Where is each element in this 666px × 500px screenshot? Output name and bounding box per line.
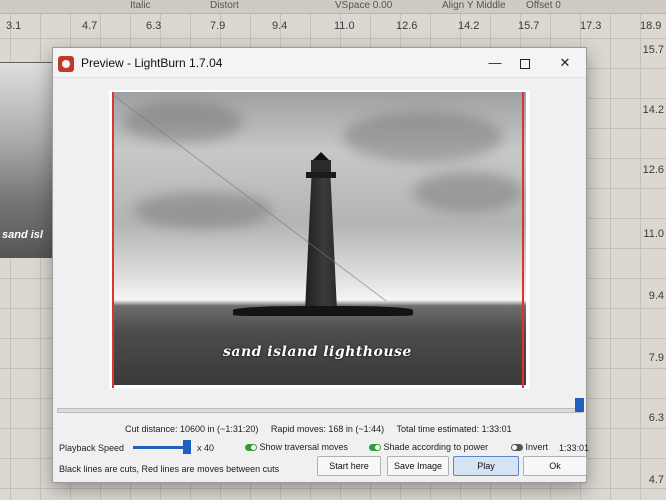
preview-canvas[interactable]: sand island lighthouse: [109, 90, 530, 389]
distort-label[interactable]: Distort: [210, 0, 239, 11]
shade-power-label: Shade according to power: [383, 442, 489, 452]
ruler-tick: 15.7: [518, 20, 540, 32]
ruler-tick: 6.3: [146, 20, 162, 32]
ruler-tick: 4.7: [648, 474, 664, 486]
legend-hint: Black lines are cuts, Red lines are move…: [59, 464, 280, 474]
ruler-tick: 18.9: [640, 20, 662, 32]
minimize-button[interactable]: —: [483, 53, 507, 73]
save-image-button[interactable]: Save Image: [387, 456, 449, 476]
engraved-caption: sand island lighthouse: [223, 344, 412, 360]
show-traversal-toggle[interactable]: Show traversal moves: [245, 442, 348, 452]
ruler-top: 3.1 4.7 6.3 7.9 9.4 11.0 12.6 14.2 15.7 …: [0, 18, 666, 34]
playback-speed-slider[interactable]: [133, 446, 185, 449]
ruler-tick: 9.4: [648, 290, 664, 302]
start-here-button[interactable]: Start here: [317, 456, 381, 476]
lighthouse-lantern: [311, 160, 331, 172]
ruler-tick: 12.6: [642, 164, 664, 176]
ruler-tick: 9.4: [272, 20, 288, 32]
ruler-tick: 7.9: [648, 352, 664, 364]
preview-image: sand island lighthouse: [113, 92, 526, 385]
traversal-line-left: [112, 92, 114, 388]
playback-speed-value: x 40: [197, 443, 215, 453]
ruler-tick: 7.9: [210, 20, 226, 32]
canvas-image-thumbnail[interactable]: sand isl: [0, 62, 52, 258]
cloud: [123, 102, 243, 142]
text-toolbar: Italic Distort VSpace 0.00 Align Y Middl…: [0, 0, 666, 14]
ruler-tick: 17.3: [580, 20, 602, 32]
ruler-tick: 14.2: [458, 20, 480, 32]
playback-progress-handle[interactable]: [575, 398, 584, 412]
play-button[interactable]: Play: [453, 456, 519, 476]
cut-distance-text: Cut distance: 10600 in (~1:31:20): [125, 424, 259, 434]
maximize-button[interactable]: [513, 53, 537, 73]
cloud: [343, 112, 503, 162]
rapid-moves-text: Rapid moves: 168 in (~1:44): [270, 424, 385, 434]
close-button[interactable]: ✕: [553, 53, 577, 73]
invert-label: Invert: [525, 442, 549, 452]
ruler-tick: 11.0: [334, 20, 355, 32]
lighthouse-gallery: [306, 172, 336, 178]
playback-progress-slider[interactable]: [57, 408, 583, 413]
traversal-line-right: [522, 92, 524, 388]
ruler-tick: 6.3: [648, 412, 664, 424]
cloud: [413, 172, 523, 212]
ok-button[interactable]: Ok: [523, 456, 587, 476]
playback-speed-label: Playback Speed: [59, 443, 125, 453]
offset-label[interactable]: Offset 0: [526, 0, 561, 11]
cloud: [133, 192, 273, 228]
ruler-tick: 15.7: [642, 44, 664, 56]
ruler-tick: 4.7: [82, 20, 98, 32]
toggle-on-icon: [245, 444, 257, 452]
ruler-tick: 14.2: [642, 104, 664, 116]
elapsed-time: 1:33:01: [559, 443, 590, 453]
vspace-label[interactable]: VSpace 0.00: [335, 0, 392, 11]
toggle-off-icon: [511, 444, 523, 452]
ruler-right: 15.7 14.2 12.6 11.0 9.4 7.9 6.3 4.7: [642, 40, 666, 500]
ruler-tick: 12.6: [396, 20, 418, 32]
invert-toggle[interactable]: Invert: [511, 442, 548, 452]
italic-label[interactable]: Italic: [130, 0, 151, 11]
lightburn-logo-icon: [58, 56, 74, 72]
toggle-on-icon: [369, 444, 381, 452]
total-time-text: Total time estimated: 1:33:01: [396, 424, 512, 434]
ruler-tick: 11.0: [643, 228, 664, 240]
preview-window: Preview - LightBurn 1.7.04 — ✕ sand isla…: [52, 47, 589, 483]
rock-island: [233, 306, 413, 316]
thumbnail-text: sand isl: [2, 229, 43, 241]
shade-power-toggle[interactable]: Shade according to power: [369, 442, 488, 452]
controls-row: Playback Speed x 40 Show traversal moves…: [59, 440, 589, 454]
title-bar[interactable]: Preview - LightBurn 1.7.04 — ✕: [53, 48, 586, 78]
maximize-icon: [520, 58, 530, 69]
align-label[interactable]: Align Y Middle: [442, 0, 506, 11]
ruler-tick: 3.1: [6, 20, 22, 32]
window-title: Preview - LightBurn 1.7.04: [81, 56, 223, 70]
stats-row: Cut distance: 10600 in (~1:31:20) Rapid …: [125, 424, 522, 434]
show-traversal-label: Show traversal moves: [259, 442, 349, 452]
playback-speed-handle[interactable]: [183, 440, 191, 454]
